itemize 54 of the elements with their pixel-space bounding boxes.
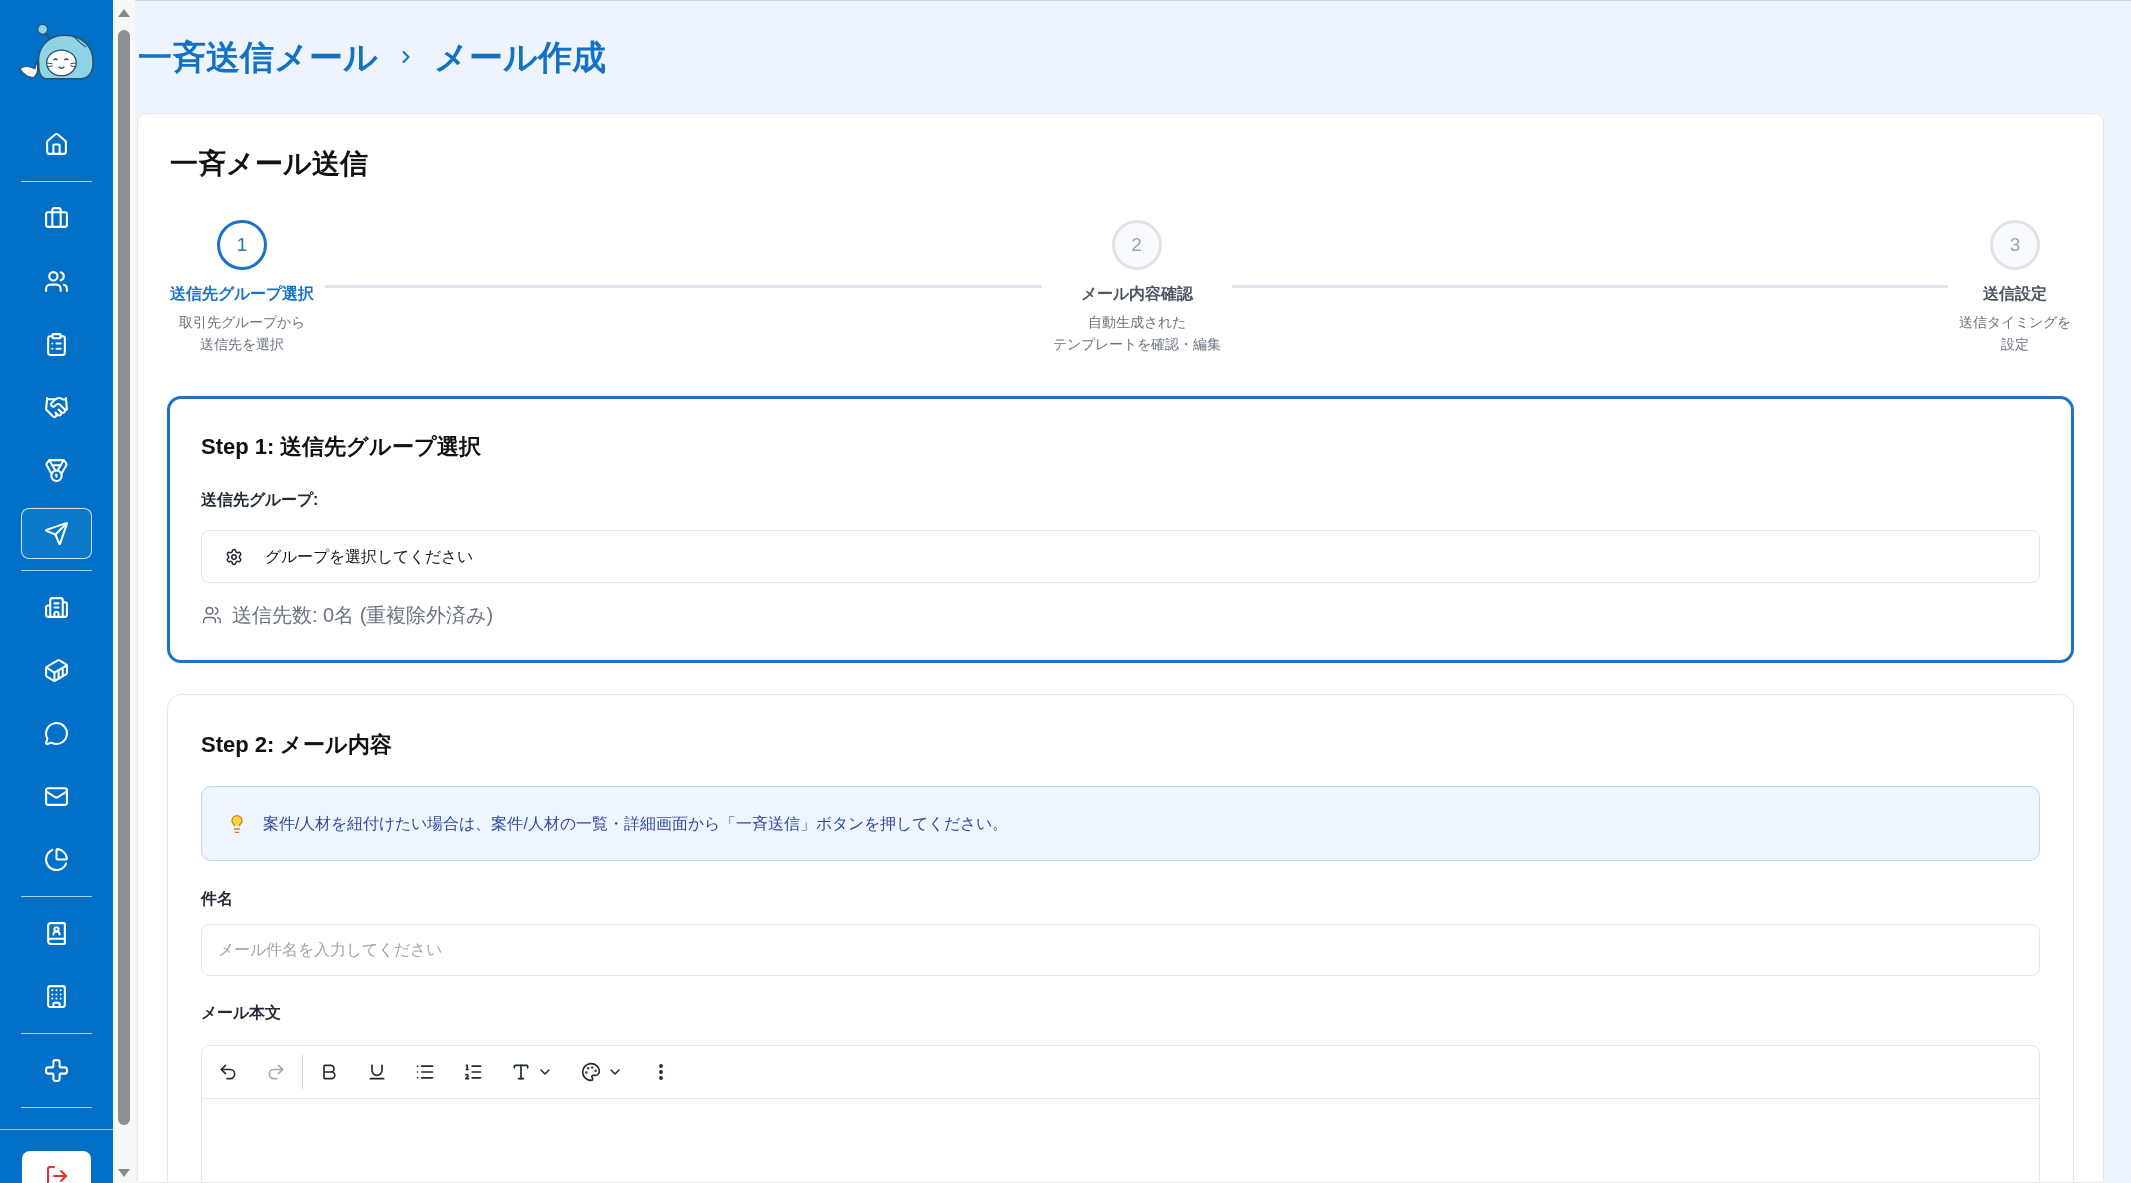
step-number: 3 [1990, 220, 2040, 270]
medal-icon [44, 458, 69, 483]
step-description: 取引先グループから [179, 314, 305, 332]
clipboard-list-icon [44, 332, 69, 357]
gear-icon [225, 547, 243, 566]
field-label: 件名 [201, 889, 234, 909]
users-icon [202, 605, 222, 625]
contact-book-icon [44, 921, 69, 946]
group-select[interactable]: グループを選択してください [201, 530, 2040, 583]
office-building-icon [44, 984, 69, 1009]
subject-input[interactable]: メール件名を入力してください [201, 924, 2040, 976]
step-number: 1 [217, 220, 267, 270]
underline-icon [367, 1062, 387, 1082]
page-title: メール作成 [434, 37, 606, 78]
notice-text: 案件/人材を紐付けたい場合は、案件/人材の一覧・詳細画面から「一斉送信」ボタンを押してください。 [263, 813, 1008, 834]
pie-chart-icon [44, 847, 69, 872]
users-icon [44, 269, 69, 294]
text-type-icon [511, 1062, 531, 1082]
handshake-icon [44, 395, 69, 420]
scrollbar-thumb[interactable] [118, 30, 130, 1125]
briefcase-icon [44, 206, 69, 231]
step-label: 送信先グループ選択 [170, 284, 314, 304]
more-vertical-icon [659, 1064, 663, 1080]
step-number: 2 [1111, 220, 1162, 270]
step-description: 送信タイミングを [1959, 314, 2071, 332]
recipient-count-text: 送信先数: 0名 (重複除外済み) [232, 603, 494, 628]
chat-bubble-icon [44, 721, 69, 746]
step-description: 設定 [2001, 336, 2029, 354]
section-title: Step 1: 送信先グループ選択 [201, 433, 483, 461]
step-label: 送信設定 [1983, 284, 2047, 304]
paper-plane-icon [44, 521, 69, 546]
step-description: 送信先を選択 [200, 336, 284, 354]
mail-icon [44, 784, 69, 809]
redo-icon [266, 1062, 286, 1082]
bulleted-list-icon [415, 1062, 435, 1082]
card-title: 一斉メール送信 [170, 147, 369, 181]
step-label: メール内容確認 [1080, 284, 1193, 304]
home-icon [44, 132, 69, 157]
section-title: Step 2: メール内容 [201, 731, 394, 759]
field-label: 送信先グループ: [201, 490, 320, 510]
field-label: メール本文 [201, 1003, 282, 1023]
numbered-list-icon [463, 1062, 483, 1082]
step-description: テンプレートを確認・編集 [1052, 336, 1221, 354]
cargo-container-icon [44, 658, 69, 683]
scroll-up-arrow-icon[interactable] [118, 9, 130, 17]
breadcrumb-link[interactable]: 一斉送信メール [138, 35, 378, 79]
logout-icon [44, 1164, 69, 1183]
step-description: 自動生成された [1087, 314, 1186, 332]
undo-icon [218, 1062, 238, 1082]
palette-icon [581, 1062, 601, 1082]
sidebar-item[interactable] [21, 508, 92, 559]
building-icon [44, 595, 69, 620]
plus-icon [44, 1058, 69, 1083]
scroll-down-arrow-icon[interactable] [118, 1169, 130, 1177]
